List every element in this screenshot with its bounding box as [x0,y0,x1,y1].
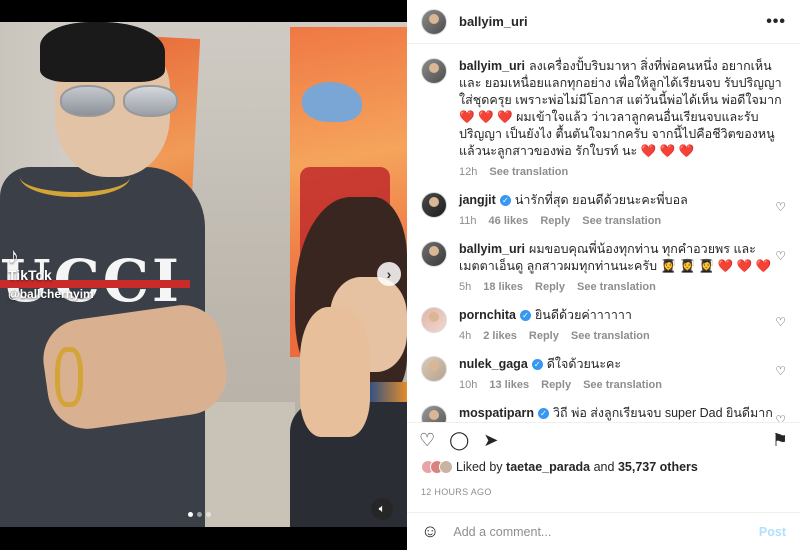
verified-badge-icon: ✓ [499,195,511,206]
chevron-right-icon: › [386,266,392,282]
gold-bracelet [55,347,83,407]
verified-badge-icon: ✓ [519,310,531,321]
see-translation-link[interactable]: See translation [577,281,656,293]
carousel-dot [188,512,193,517]
comment-time: 5h [459,281,472,293]
comment-icon[interactable]: ◯ [449,431,469,449]
avatar[interactable] [421,307,447,333]
heart-icon[interactable]: ♡ [419,431,435,449]
comment-text: น่ารักที่สุด ยอนดีด้วยนะคะพี่บอล [514,193,688,207]
comment-item: mospatiparn ✓ วิถี พ่อ ส่งลูกเรียนจบ super… [421,405,786,422]
post-timestamp[interactable]: 12 HOURS AGO [421,487,492,497]
avatar[interactable] [421,241,447,267]
next-slide-button[interactable]: › [377,262,401,286]
comment-like-heart-icon[interactable]: ♡ [775,249,786,263]
comment-like-heart-icon[interactable]: ♡ [775,364,786,378]
post-photo: UCCI [0,22,407,527]
verified-badge-icon: ✓ [538,408,550,419]
avatar [439,460,453,474]
see-translation-link[interactable]: See translation [582,215,661,227]
comment-input[interactable] [453,524,759,539]
carousel-dots [188,512,211,517]
liker-avatars [421,460,453,474]
man-hair [40,22,165,82]
avatar[interactable] [421,58,447,84]
add-comment-bar: ☺ Post [407,512,800,550]
post-sidebar: ballyim_uri ••• ballyim_uri ลงเครื่องปั้บ… [407,0,800,550]
post-author-username[interactable]: ballyim_uri [459,14,528,29]
liked-by-joiner: and [593,460,615,474]
tiktok-logo-icon: ♪ [8,243,19,268]
mute-button[interactable]: 🔈︎ [371,498,393,520]
see-translation-link[interactable]: See translation [489,166,568,178]
liked-by-user[interactable]: taetae_parada [506,460,590,474]
caption: ballyim_uri ลงเครื่องปั้บริบมาหา สิ่งที่พ… [421,58,786,178]
reply-button[interactable]: Reply [541,379,571,391]
comment-time: 4h [459,330,472,342]
send-icon[interactable]: ➤ [483,431,498,449]
caption-text: ลงเครื่องปั้บริบมาหา สิ่งที่พ่อคนหนึ่ง อ… [459,59,782,158]
carousel-dot [197,512,202,517]
post-header: ballyim_uri ••• [407,0,800,44]
liked-by-label: Liked by [456,460,503,474]
comment-time: 11h [459,215,477,227]
comment-likes[interactable]: 2 likes [483,330,517,342]
bookmark-icon[interactable]: ⚑ [772,431,788,449]
comments-list[interactable]: ballyim_uri ลงเครื่องปั้บริบมาหา สิ่งที่พ… [407,44,800,422]
speaker-icon: 🔈︎ [378,502,386,515]
comment-item: nulek_gaga ✓ ดีใจด้วยนะคะ 10h 13 likes Rep… [421,356,786,391]
comment-username[interactable]: jangjit [459,193,496,207]
sunglasses [55,80,180,120]
reply-button[interactable]: Reply [529,330,559,342]
more-options-icon[interactable]: ••• [766,13,786,31]
likes-count[interactable]: 35,737 others [618,460,698,474]
comment-time: 10h [459,379,478,391]
post-actions: ♡ ◯ ➤ ⚑ [407,422,800,456]
comment-username[interactable]: mospatiparn [459,406,534,420]
avatar[interactable] [421,8,447,35]
avatar[interactable] [421,356,447,382]
comment-text: ยินดีด้วยค่าาาาาา [534,308,632,322]
comment-username[interactable]: nulek_gaga [459,357,528,371]
tiktok-brand: TikTok [8,267,52,283]
comment-like-heart-icon[interactable]: ♡ [775,413,786,422]
comment-likes[interactable]: 18 likes [483,281,523,293]
comment-item: pornchita ✓ ยินดีด้วยค่าาาาาา 4h 2 likes R… [421,307,786,342]
comment-username[interactable]: pornchita [459,308,516,322]
see-translation-link[interactable]: See translation [583,379,662,391]
avatar[interactable] [421,405,447,422]
post-media[interactable]: UCCI ♪ TikTok @ballchernyim › 🔈︎ [0,0,407,550]
reply-button[interactable]: Reply [540,215,570,227]
comment-likes[interactable]: 13 likes [489,379,529,391]
carousel-dot [206,512,211,517]
caption-time: 12h [459,166,478,178]
post-button[interactable]: Post [759,525,786,539]
comment-item: jangjit ✓ น่ารักที่สุด ยอนดีด้วยนะคะพี่บอล… [421,192,786,227]
reply-button[interactable]: Reply [535,281,565,293]
comment-like-heart-icon[interactable]: ♡ [775,315,786,329]
comment-like-heart-icon[interactable]: ♡ [775,200,786,214]
likes-summary: Liked by taetae_parada and 35,737 others [421,460,698,474]
avatar[interactable] [421,192,447,218]
poster-bird-graphic [302,82,362,122]
verified-badge-icon: ✓ [531,359,543,370]
see-translation-link[interactable]: See translation [571,330,650,342]
woman-praying-hands [300,307,370,437]
tiktok-username: @ballchernyim [8,287,94,301]
comment-item: ballyim_uri ผมขอบคุณพี่น้องทุกท่าน ทุกคำอ… [421,241,786,293]
smiley-icon[interactable]: ☺ [421,521,439,542]
caption-username[interactable]: ballyim_uri [459,59,525,73]
comment-likes[interactable]: 46 likes [489,215,529,227]
gold-chain [20,157,130,197]
tiktok-watermark: ♪ TikTok [8,243,52,284]
comment-text: ดีใจด้วยนะคะ [546,357,622,371]
comment-username[interactable]: ballyim_uri [459,242,525,256]
